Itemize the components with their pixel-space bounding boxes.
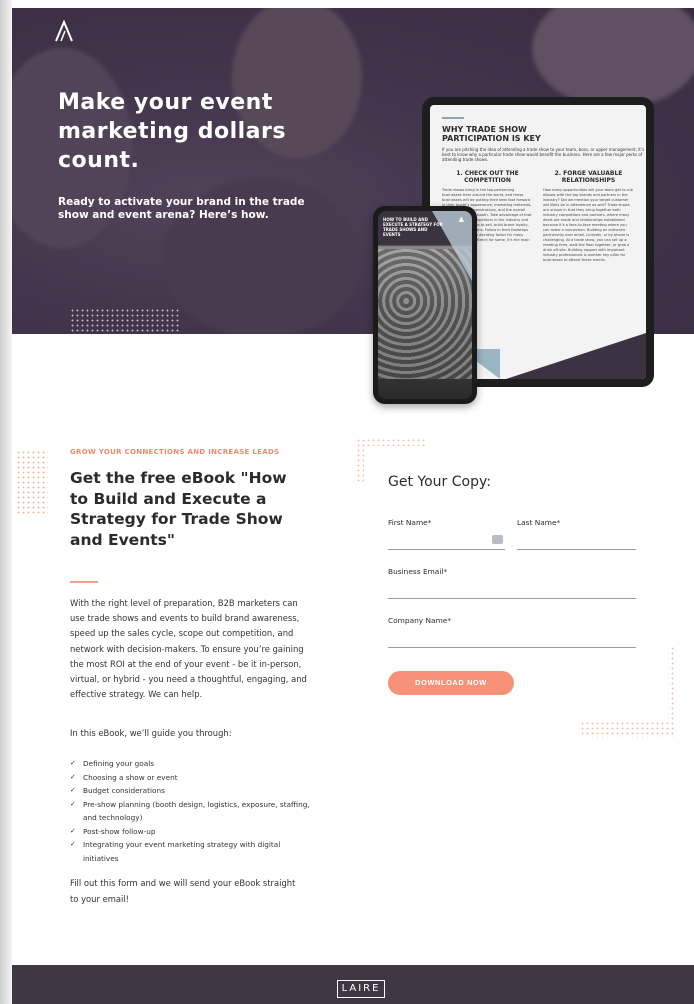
- first-name-label: First Name*: [388, 518, 432, 527]
- check-icon: ✓: [70, 772, 76, 781]
- tablet-col1-heading: 1. CHECK OUT THE COMPETITION: [456, 170, 519, 184]
- check-icon: ✓: [70, 799, 76, 808]
- hero-dots-decoration: [70, 308, 180, 334]
- first-name-field[interactable]: [388, 534, 504, 548]
- tablet-col2-heading: 2. FORGE VALUABLE RELATIONSHIPS: [554, 170, 623, 184]
- email-label: Business Email*: [388, 567, 448, 576]
- hero-title: Make your event marketing dollars count.: [58, 90, 286, 173]
- last-name-label: Last Name*: [517, 518, 561, 527]
- phone-title: HOW TO BUILD AND EXECUTE A STRATEGY FOR …: [383, 217, 443, 237]
- autofill-icon[interactable]: [492, 535, 503, 544]
- form-title: Get Your Copy:: [388, 474, 491, 490]
- body-paragraph: With the right level of preparation, B2B…: [70, 598, 307, 700]
- section-kicker: GROW YOUR CONNECTIONS AND INCREASE LEADS: [70, 448, 280, 456]
- list-item: ✓ Integrating your event marketing strate…: [70, 838, 310, 865]
- list-item: ✓ Defining your goals: [70, 757, 310, 771]
- email-underline: [388, 598, 636, 599]
- tablet-column-2: 2. FORGE VALUABLE RELATIONSHIPS How many…: [543, 170, 634, 263]
- check-icon: ✓: [70, 840, 76, 848]
- hero-subtitle: Ready to activate your brand in the trad…: [58, 196, 305, 221]
- guide-intro: In this eBook, we’ll guide you through:: [70, 728, 232, 738]
- download-now-button[interactable]: DOWNLOAD NOW: [388, 671, 514, 695]
- last-name-underline: [517, 549, 636, 550]
- tablet-accent-line: [442, 117, 464, 119]
- list-item: ✓ Post-show follow-up: [70, 825, 310, 839]
- tablet-intro: If you are pitching the idea of attendin…: [442, 147, 645, 162]
- company-underline: [388, 647, 636, 648]
- email-field[interactable]: [388, 583, 635, 597]
- list-item: ✓ Choosing a show or event: [70, 771, 310, 785]
- company-field[interactable]: [388, 632, 635, 646]
- tablet-dark-triangle: [506, 333, 646, 379]
- first-name-underline: [388, 549, 505, 550]
- tablet-col2-text: How many opportunities will your team ge…: [543, 188, 633, 262]
- check-icon: ✓: [70, 786, 76, 794]
- company-label: Company Name*: [388, 616, 452, 625]
- ebook-title: Get the free eBook "How to Build and Exe…: [70, 469, 287, 549]
- tablet-title: WHY TRADE SHOW PARTICIPATION IS KEY: [442, 125, 541, 143]
- phone-screen: HOW TO BUILD AND EXECUTE A STRATEGY FOR …: [378, 211, 472, 399]
- form-dots-mask-right: [576, 642, 668, 722]
- footer-logo[interactable]: LAIRE: [337, 980, 385, 998]
- check-icon: ✓: [70, 826, 76, 835]
- check-icon: ✓: [70, 759, 76, 767]
- left-dots-decoration: [16, 450, 48, 516]
- phone-logo-icon: ▲: [458, 215, 464, 223]
- checklist: ✓ Defining your goals ✓ Choosing a show or…: [70, 757, 310, 865]
- landing-page: Make your event marketing dollars count.…: [0, 0, 694, 1004]
- phone-mockup: HOW TO BUILD AND EXECUTE A STRATEGY FOR …: [373, 206, 477, 404]
- last-name-field[interactable]: [517, 534, 635, 548]
- closing-text: Fill out this form and we will send your…: [70, 878, 296, 904]
- title-accent-line: [70, 581, 98, 583]
- list-item: ✓ Budget considerations: [70, 784, 310, 798]
- brand-logo-icon[interactable]: [54, 20, 74, 42]
- left-edge-shadow: [0, 0, 12, 1004]
- list-item: ✓ Pre-show planning (booth design, logist…: [70, 798, 310, 825]
